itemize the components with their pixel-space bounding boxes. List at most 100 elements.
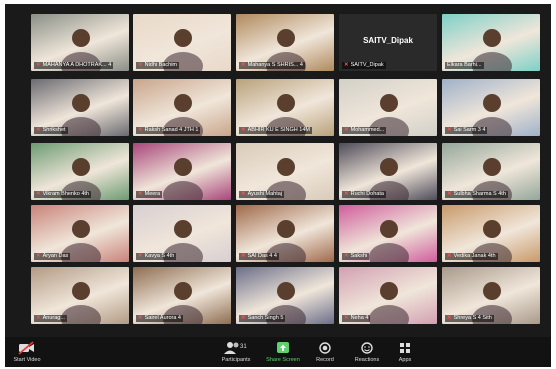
participants-label: Participants [221,357,251,363]
participant-tile[interactable]: ✕ Sanch Singh 5 [236,267,334,324]
participant-name: SAI Das 4 4 [247,253,277,259]
participant-tile[interactable]: ✕ Sakshi [339,205,437,262]
muted-mic-icon: ✕ [138,191,143,197]
start-video-button[interactable]: Start Video [7,339,47,364]
participant-name: Vikram Bhenko 4th [42,191,89,197]
participant-name: Vedika Janak 4th [453,253,496,259]
muted-mic-icon: ✕ [344,253,349,259]
participant-tile[interactable]: ✕ Ayushi Mahtaj [236,143,334,200]
participant-tile[interactable]: ✕ Sairel Aurora 4 [133,267,231,324]
reactions-button[interactable]: Reactions [347,339,387,364]
participant-name-label: ✕ Aryan Das [34,253,71,260]
muted-mic-icon: ✕ [241,62,246,68]
muted-mic-icon: ✕ [138,253,143,259]
participant-tile[interactable]: ✕ ABHIR KU E SINGH 14M [236,79,334,136]
share-screen-button[interactable]: Share Screen [260,339,306,364]
muted-mic-icon: ✕ [447,253,452,259]
participant-name-label: ✕ Mohammed... [342,127,387,134]
participant-tile[interactable]: ✕ Sai Sarm 3 4 [442,79,540,136]
muted-mic-icon: ✕ [36,191,41,197]
participants-button[interactable]: 31 Participants [212,339,260,364]
participant-name-label: ✕ Nidhi Bachim [136,62,180,69]
participant-name: Shrikshet [42,127,66,133]
participant-tile[interactable]: ✕ Anurag... [31,267,129,324]
start-video-label: Start Video [13,357,41,363]
participant-tile[interactable]: ✕ Ruchi Dohata [339,143,437,200]
zoom-meeting-window: ✕ MAHANYA A DHOTRAK... 4 ✕ Nidhi Bachim ✕ Mah… [5,4,551,367]
participant-name: Sai Sarm 3 4 [453,127,486,133]
participant-name-label: ✕ Vedika Janak 4th [445,253,498,260]
participant-name-label: ✕ Shreya S 4 Sith [445,315,494,322]
participant-tile[interactable]: ✕ Aryan Das [31,205,129,262]
participant-name-label: ✕ Vikram Bhenko 4th [34,191,91,198]
muted-mic-icon: ✕ [241,127,246,133]
participant-name: Sanch Singh 5 [247,315,284,321]
participant-tile[interactable]: Elkara Barhi... [442,14,540,71]
participant-name-label: ✕ Sai Sarm 3 4 [445,127,488,134]
muted-mic-icon: ✕ [344,315,349,321]
apps-icon [400,343,410,353]
meeting-toolbar: Start Video 31 Participants Share Screen [5,337,551,367]
participant-name-label: ✕ Sulbha Sharma S 4th [445,191,508,198]
muted-mic-icon: ✕ [241,315,246,321]
participant-tile[interactable]: ✕ Mahanya S SHRIS... 4 [236,14,334,71]
participant-name: Mahanya S SHRIS... 4 [247,62,303,68]
participant-name: Sakshi [350,253,368,259]
participant-name-label: ✕ Sakshi [342,253,370,260]
participant-tile[interactable]: ✕ Sulbha Sharma S 4th [442,143,540,200]
participant-name-label: ✕ SAITV_Dipak [342,62,386,69]
participant-tile[interactable]: ✕ Vikram Bhenko 4th [31,143,129,200]
video-off-icon [18,341,34,355]
gallery-grid: ✕ MAHANYA A DHOTRAK... 4 ✕ Nidhi Bachim ✕ Mah… [5,4,551,334]
apps-button[interactable]: Apps [385,339,425,364]
participant-tile[interactable]: ✕ Neha 4 [339,267,437,324]
participant-name: Neha 4 [350,315,369,321]
participant-name-label: ✕ MAHANYA A DHOTRAK... 4 [34,62,114,69]
record-button[interactable]: Record [305,339,345,364]
reactions-label: Reactions [354,357,380,363]
muted-mic-icon: ✕ [241,191,246,197]
participant-name-label: ✕ Raksh Sanad 4 JTH 1 [136,127,201,134]
participant-tile[interactable]: ✕ Shrikshet [31,79,129,136]
participant-tile[interactable]: ✕ Shreya S 4 Sith [442,267,540,324]
participant-name-label: ✕ ABHIR KU E SINGH 14M [239,127,312,134]
muted-mic-icon: ✕ [344,191,349,197]
participant-name: Nidhi Bachim [144,62,178,68]
muted-mic-icon: ✕ [447,127,452,133]
participant-tile[interactable]: ✕ Mohammed... [339,79,437,136]
participant-tile[interactable]: ✕ Kavya S 4th [133,205,231,262]
participant-name: Elkara Barhi... [447,62,482,68]
participant-tile[interactable]: SAITV_Dipak ✕ SAITV_Dipak [339,14,437,71]
apps-label: Apps [398,357,412,363]
participant-tile[interactable]: ✕ Meera [133,143,231,200]
participant-name-label: ✕ Kavya S 4th [136,253,177,260]
participant-name: Meera [144,191,161,197]
muted-mic-icon: ✕ [36,315,41,321]
muted-mic-icon: ✕ [344,127,349,133]
share-screen-label: Share Screen [266,357,300,363]
participant-name: Mohammed... [350,127,385,133]
muted-mic-icon: ✕ [241,253,246,259]
muted-mic-icon: ✕ [447,191,452,197]
participant-name-label: Elkara Barhi... [445,62,484,69]
participant-name-label: ✕ Ruchi Dohata [342,191,386,198]
participant-name: Aryan Das [42,253,69,259]
participant-name: Raksh Sanad 4 JTH 1 [144,127,199,133]
participant-tile[interactable]: ✕ Nidhi Bachim [133,14,231,71]
participants-icon: 31 [224,342,247,354]
participant-name-label: ✕ Shrikshet [34,127,68,134]
participant-name-label: ✕ Meera [136,191,163,198]
reactions-icon [361,342,373,354]
muted-mic-icon: ✕ [36,253,41,259]
participant-tile[interactable]: ✕ SAI Das 4 4 [236,205,334,262]
participant-tile[interactable]: ✕ MAHANYA A DHOTRAK... 4 [31,14,129,71]
participant-tile[interactable]: ✕ Raksh Sanad 4 JTH 1 [133,79,231,136]
record-icon [319,342,331,354]
participants-count: 31 [240,344,247,350]
participant-tile[interactable]: ✕ Vedika Janak 4th [442,205,540,262]
participant-name-label: ✕ Anurag... [34,315,67,322]
participant-name-label: ✕ Sairel Aurora 4 [136,315,183,322]
participant-name-label: ✕ Neha 4 [342,315,371,322]
participant-center-name: SAITV_Dipak [363,36,413,45]
share-screen-icon [277,342,289,353]
